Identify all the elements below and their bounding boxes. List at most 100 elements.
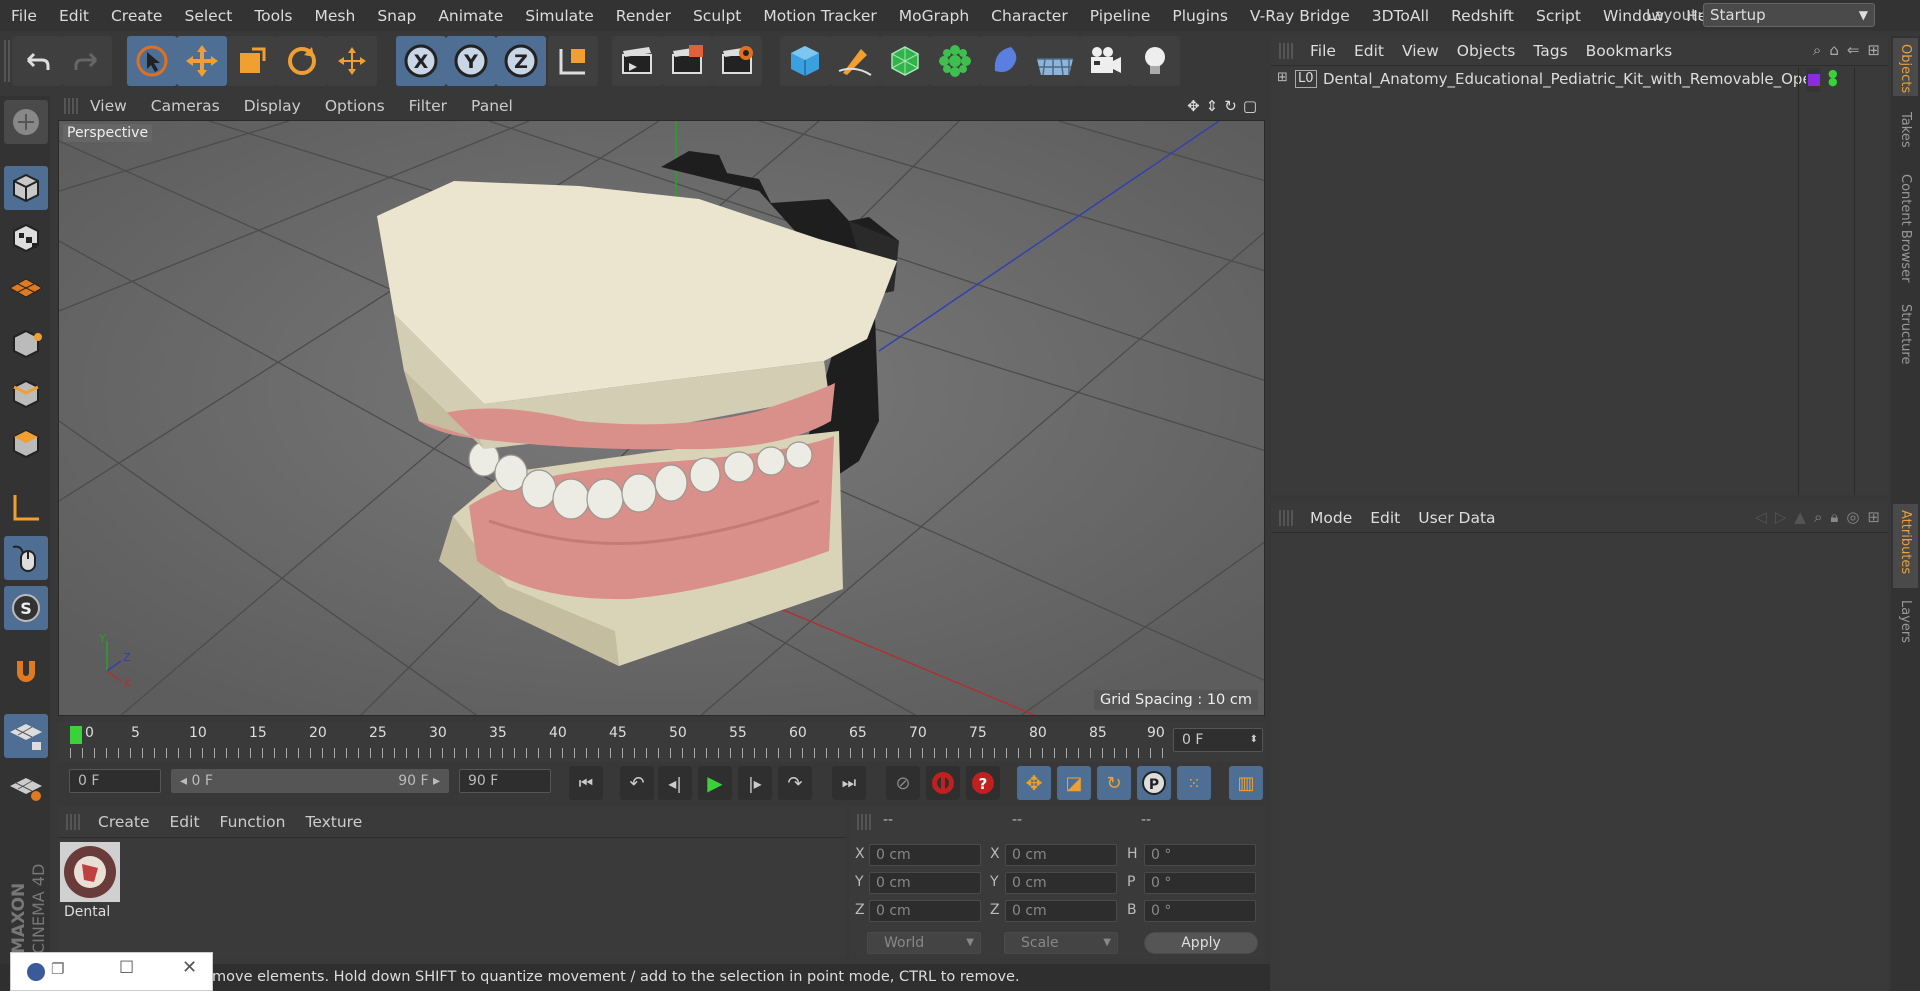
target-icon[interactable]: ◎ <box>1846 508 1859 526</box>
subdivision-button[interactable] <box>880 36 930 86</box>
tab-attributes[interactable]: Attributes <box>1893 504 1918 588</box>
pos-z-field[interactable]: 0 cm <box>869 900 981 922</box>
y-axis-lock-button[interactable]: Y <box>446 36 496 86</box>
polygons-mode-button[interactable] <box>4 422 48 466</box>
camera-button[interactable] <box>1080 36 1130 86</box>
planar-workplane-button[interactable] <box>4 764 48 808</box>
transform-button[interactable] <box>327 36 377 86</box>
render-view-button[interactable] <box>612 36 662 86</box>
render-settings-button[interactable] <box>712 36 762 86</box>
attribute-manager-grip[interactable] <box>1279 510 1293 526</box>
position-track-button[interactable]: ✥ <box>1017 766 1051 800</box>
layout-select[interactable]: Startup ▼ <box>1703 3 1875 27</box>
viewport-grip[interactable] <box>64 98 78 114</box>
deformer-button[interactable] <box>980 36 1030 86</box>
restore-icon[interactable]: ❐ <box>51 960 64 978</box>
size-z-field[interactable]: 0 cm <box>1005 900 1117 922</box>
viewport-menu-options[interactable]: Options <box>313 97 397 115</box>
floor-button[interactable] <box>1030 36 1080 86</box>
next-key-button[interactable]: ↷ <box>778 766 812 800</box>
new-panel-icon[interactable]: ⊞ <box>1867 41 1880 59</box>
size-mode-select[interactable]: Scale ▼ <box>1004 932 1118 954</box>
orbit-icon[interactable]: ↻ <box>1224 97 1237 115</box>
object-menu-objects[interactable]: Objects <box>1448 42 1525 60</box>
min-time-field[interactable]: 0 F <box>69 769 161 793</box>
snap-button[interactable] <box>4 650 48 694</box>
home-icon[interactable]: ⌂ <box>1829 41 1839 59</box>
menu-edit[interactable]: Edit <box>48 7 100 25</box>
solo-button[interactable]: S <box>4 586 48 630</box>
undo-button[interactable] <box>12 36 62 86</box>
menu-simulate[interactable]: Simulate <box>514 7 605 25</box>
object-name[interactable]: Dental_Anatomy_Educational_Pediatric_Kit… <box>1323 70 1812 88</box>
menu-sculpt[interactable]: Sculpt <box>682 7 752 25</box>
search-icon[interactable]: ⌕ <box>1813 41 1821 59</box>
tab-structure[interactable]: Structure <box>1893 298 1918 380</box>
maximize-viewport-icon[interactable]: ▢ <box>1243 97 1257 115</box>
coordinate-mode-select[interactable]: World ▼ <box>867 932 981 954</box>
edges-mode-button[interactable] <box>4 372 48 416</box>
close-icon[interactable]: ✕ <box>182 957 197 978</box>
viewport-menu-panel[interactable]: Panel <box>459 97 525 115</box>
keyframe-selection-button[interactable]: ? <box>966 766 1000 800</box>
viewport-menu-view[interactable]: View <box>78 97 139 115</box>
viewport-menu-cameras[interactable]: Cameras <box>139 97 232 115</box>
material-swatch-dental[interactable]: Dental <box>60 842 122 926</box>
redo-button[interactable] <box>62 36 112 86</box>
cube-button[interactable] <box>780 36 830 86</box>
live-selection-button[interactable] <box>127 36 177 86</box>
size-y-field[interactable]: 0 cm <box>1005 872 1117 894</box>
new-panel-icon[interactable]: ⊞ <box>1867 508 1880 526</box>
dolly-icon[interactable]: ⇕ <box>1206 97 1219 115</box>
apply-button[interactable]: Apply <box>1144 932 1258 954</box>
maximize-icon[interactable]: ☐ <box>119 958 134 978</box>
material-menu-create[interactable]: Create <box>88 813 160 831</box>
material-menu-edit[interactable]: Edit <box>160 813 210 831</box>
texture-mode-button[interactable] <box>4 216 48 260</box>
viewport-menu-display[interactable]: Display <box>232 97 313 115</box>
tab-layers[interactable]: Layers <box>1893 594 1918 656</box>
move-button[interactable] <box>177 36 227 86</box>
render-picture-viewer-button[interactable] <box>662 36 712 86</box>
max-time-field[interactable]: 90 F <box>459 769 551 793</box>
tab-objects[interactable]: Objects <box>1893 38 1918 96</box>
pos-y-field[interactable]: 0 cm <box>869 872 981 894</box>
scale-button[interactable] <box>227 36 277 86</box>
go-to-end-button[interactable]: ⏭ <box>832 766 866 800</box>
rotate-button[interactable] <box>277 36 327 86</box>
up-arrow-icon[interactable]: ▲ <box>1794 508 1806 526</box>
menu-motion-tracker[interactable]: Motion Tracker <box>752 7 887 25</box>
tab-content-browser[interactable]: Content Browser <box>1893 168 1918 292</box>
rot-p-field[interactable]: 0 ° <box>1144 872 1256 894</box>
menu-mograph[interactable]: MoGraph <box>888 7 980 25</box>
points-mode-button[interactable] <box>4 322 48 366</box>
go-to-start-button[interactable]: ⏮ <box>569 766 603 800</box>
visibility-dots-icon[interactable]: ● ● <box>1828 68 1838 87</box>
menu-character[interactable]: Character <box>980 7 1079 25</box>
expand-icon[interactable]: ⊞ <box>1277 70 1288 85</box>
tab-takes[interactable]: Takes <box>1893 106 1918 160</box>
back-arrow-icon[interactable]: ◁ <box>1755 508 1767 526</box>
material-menu-texture[interactable]: Texture <box>295 813 372 831</box>
menu-file[interactable]: File <box>0 7 48 25</box>
cloner-button[interactable] <box>930 36 980 86</box>
next-frame-button[interactable]: |▸ <box>738 766 772 800</box>
layer-color-tag[interactable] <box>1808 74 1820 86</box>
menu-tools[interactable]: Tools <box>243 7 303 25</box>
attribute-menu-mode[interactable]: Mode <box>1301 509 1361 527</box>
object-menu-view[interactable]: View <box>1393 42 1448 60</box>
previous-frame-button[interactable]: ◂| <box>658 766 692 800</box>
material-menu-function[interactable]: Function <box>210 813 296 831</box>
pen-button[interactable] <box>830 36 880 86</box>
toolbar-grip[interactable] <box>4 40 10 82</box>
menu-pipeline[interactable]: Pipeline <box>1079 7 1162 25</box>
menu-script[interactable]: Script <box>1525 7 1592 25</box>
make-editable-button[interactable] <box>4 100 48 144</box>
z-axis-lock-button[interactable]: Z <box>496 36 546 86</box>
menu-create[interactable]: Create <box>100 7 174 25</box>
light-button[interactable] <box>1130 36 1180 86</box>
workplane-button[interactable] <box>4 266 48 310</box>
rot-b-field[interactable]: 0 ° <box>1144 900 1256 922</box>
attribute-menu-user-data[interactable]: User Data <box>1409 509 1504 527</box>
play-button[interactable]: ▶ <box>698 766 732 800</box>
